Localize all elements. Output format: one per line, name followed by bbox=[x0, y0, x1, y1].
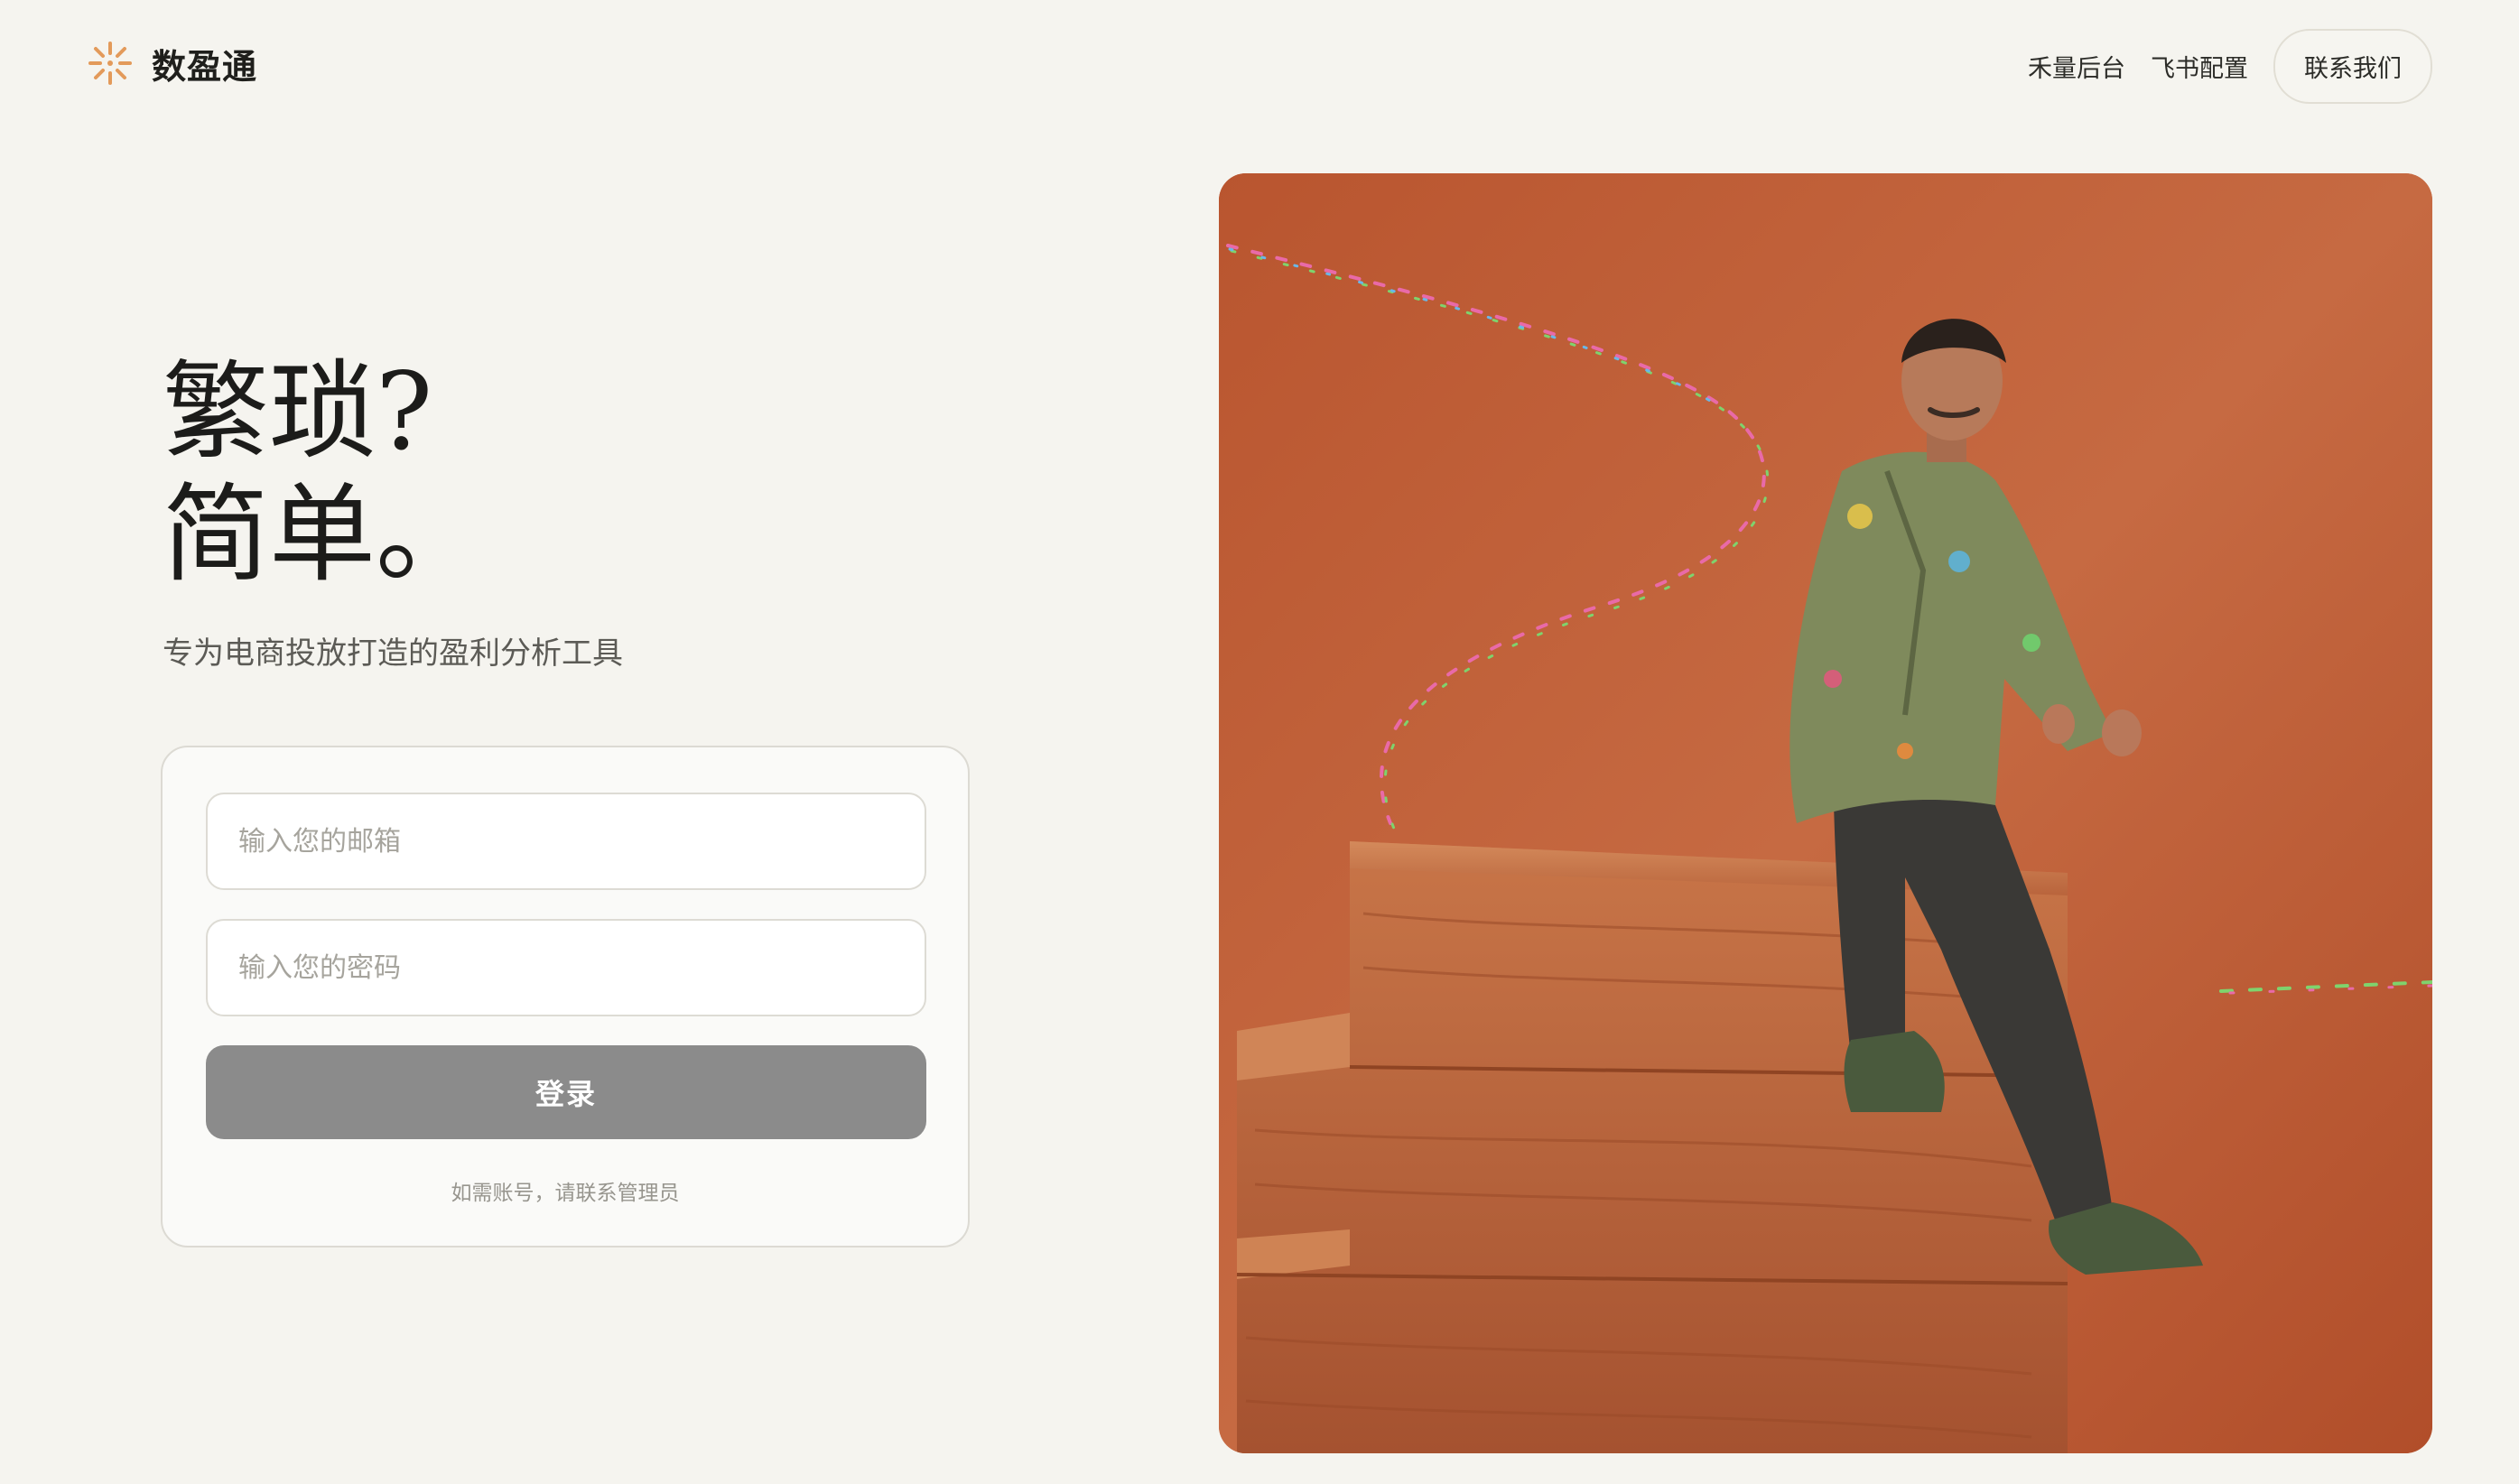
contact-us-button[interactable]: 联系我们 bbox=[2273, 29, 2432, 104]
headline: 繁琐? 简单。 bbox=[163, 350, 482, 596]
brand-logo[interactable]: 数盈通 bbox=[87, 40, 257, 87]
top-nav: 禾量后台 飞书配置 联系我们 bbox=[2028, 29, 2432, 104]
hero-illustration bbox=[1219, 173, 2432, 1453]
headline-line-2: 简单。 bbox=[163, 472, 483, 597]
sparkle-icon bbox=[88, 42, 132, 85]
email-input[interactable] bbox=[238, 825, 925, 858]
subtitle: 专为电商投放打造的盈利分析工具 bbox=[163, 635, 623, 672]
email-field-container bbox=[206, 793, 926, 890]
nav-link-backend[interactable]: 禾量后台 bbox=[2028, 49, 2125, 84]
nav-link-feishu-config[interactable]: 飞书配置 bbox=[2151, 49, 2248, 84]
login-button[interactable]: 登录 bbox=[206, 1045, 926, 1139]
account-hint: 如需账号，请联系管理员 bbox=[451, 1182, 680, 1205]
password-input[interactable] bbox=[238, 951, 925, 984]
headline-line-1: 繁琐? bbox=[163, 349, 433, 474]
hero-image bbox=[1219, 173, 2432, 1453]
brand-name: 数盈通 bbox=[152, 46, 258, 87]
password-field-container bbox=[206, 919, 926, 1016]
login-card: 登录 如需账号，请联系管理员 bbox=[161, 746, 970, 1247]
